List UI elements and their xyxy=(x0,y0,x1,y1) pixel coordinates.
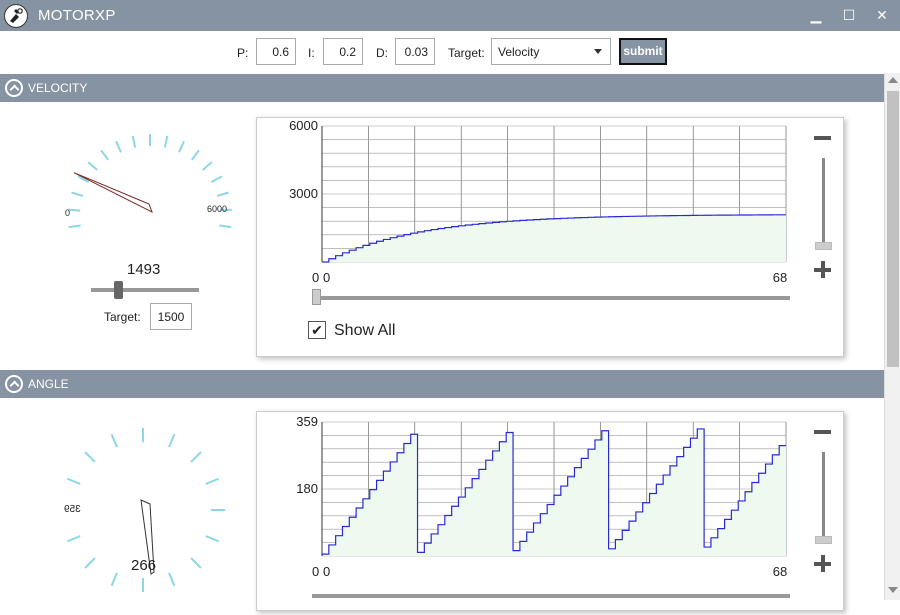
chevron-up-icon[interactable] xyxy=(5,375,23,393)
y-tick-mid: 3000 xyxy=(289,186,318,201)
gauge-tick xyxy=(68,224,81,228)
y-tick-top: 6000 xyxy=(289,118,318,133)
gauge-tick xyxy=(84,557,96,569)
gauge-tick xyxy=(190,149,200,161)
gauge-needle xyxy=(73,172,153,214)
gauge-tick xyxy=(66,477,81,485)
app-title: MOTORXP xyxy=(38,7,116,24)
velocity-section-title: VELOCITY xyxy=(28,81,88,95)
gauge-tick xyxy=(219,224,232,228)
pid-toolbar: P: 0.6 I: 0.2 D: 0.03 Target: Velocity s… xyxy=(0,31,884,75)
submit-button[interactable]: submit xyxy=(619,38,667,65)
gauge-tick xyxy=(131,135,137,148)
target-select-value: Velocity xyxy=(498,45,540,59)
y-tick-mid: 180 xyxy=(296,481,318,496)
angle-zoom-slider[interactable] xyxy=(810,424,840,574)
gauge-tick xyxy=(205,477,220,485)
angle-chart-panel: 359 180 0 0 68 xyxy=(256,411,844,611)
x-tick-right: 68 xyxy=(773,270,787,285)
scroll-up-icon[interactable] xyxy=(888,77,898,83)
angle-chart: 359 180 0 0 68 xyxy=(296,414,787,579)
zoom-track[interactable] xyxy=(822,452,825,536)
maximize-button[interactable]: ☐ xyxy=(837,5,861,25)
angle-gauge-label: 359 xyxy=(64,504,81,515)
velocity-gauge: 0 6000 xyxy=(65,134,232,228)
plus-icon-vertical xyxy=(821,555,825,572)
minimize-button[interactable]: ▁ xyxy=(804,5,828,25)
show-all-label: Show All xyxy=(334,322,396,339)
velocity-range-slider[interactable] xyxy=(312,289,790,305)
gauge-tick xyxy=(71,191,84,197)
show-all-checkbox[interactable]: ✔ xyxy=(308,321,326,339)
p-input[interactable]: 0.6 xyxy=(256,38,296,65)
velocity-zoom-slider[interactable] xyxy=(810,130,840,280)
x-tick-right: 68 xyxy=(773,564,787,579)
gauge-max-label: 6000 xyxy=(207,204,227,214)
velocity-chart-panel: 6000 3000 0 0 68 ✔ Show All xyxy=(256,117,844,357)
gauge-tick xyxy=(210,175,223,184)
x-tick-left: 0 xyxy=(323,270,330,285)
y-tick-bottom: 0 xyxy=(312,564,319,579)
target-select[interactable]: Velocity xyxy=(491,38,611,65)
i-label: I: xyxy=(308,46,315,60)
velocity-slider[interactable] xyxy=(91,281,199,299)
target-label: Target: xyxy=(448,46,485,60)
zoom-thumb[interactable] xyxy=(815,536,832,544)
gauge-tick xyxy=(66,535,81,543)
velocity-range-thumb[interactable] xyxy=(312,289,321,305)
velocity-chart: 6000 3000 0 0 68 xyxy=(289,118,787,285)
angle-section-title: ANGLE xyxy=(28,377,69,391)
angle-section-header[interactable]: ANGLE xyxy=(0,370,884,398)
gauge-tick xyxy=(84,451,96,463)
chevron-up-icon[interactable] xyxy=(5,79,23,97)
gauge-tick xyxy=(115,140,122,153)
d-input[interactable]: 0.03 xyxy=(395,38,435,65)
angle-range-slider[interactable] xyxy=(312,594,790,598)
gauge-tick xyxy=(168,433,176,448)
minus-icon[interactable] xyxy=(814,136,831,140)
scrollbar-thumb[interactable] xyxy=(887,91,899,367)
gauge-tick xyxy=(163,135,169,148)
gauge-tick xyxy=(216,191,229,197)
close-icon: ✕ xyxy=(876,7,888,23)
plus-icon-vertical xyxy=(821,261,825,278)
gauge-tick xyxy=(110,433,118,448)
gauge-tick xyxy=(190,451,202,463)
gauge-tick xyxy=(68,208,81,212)
d-label: D: xyxy=(376,46,388,60)
motor-logo-icon xyxy=(4,4,28,28)
i-input[interactable]: 0.2 xyxy=(323,38,363,65)
gauge-tick xyxy=(110,572,118,587)
series-area xyxy=(322,214,786,262)
velocity-target-input[interactable]: 1500 xyxy=(150,303,192,330)
minimize-icon: ▁ xyxy=(810,7,822,23)
gauge-tick xyxy=(100,149,110,161)
chevron-down-icon xyxy=(594,49,602,54)
p-label: P: xyxy=(237,46,249,60)
gauge-tick xyxy=(178,140,185,153)
velocity-value: 1493 xyxy=(127,261,161,278)
maximize-icon: ☐ xyxy=(842,7,856,23)
velocity-slider-thumb[interactable] xyxy=(114,281,123,299)
x-tick-left: 0 xyxy=(323,564,330,579)
title-bar: MOTORXP ▁ ☐ ✕ xyxy=(0,0,900,31)
scroll-down-icon[interactable] xyxy=(888,587,898,593)
velocity-target-label: Target: xyxy=(104,310,141,324)
zoom-thumb[interactable] xyxy=(815,242,832,250)
y-tick-bottom: 0 xyxy=(312,270,319,285)
gauge-tick xyxy=(205,535,220,543)
gauge-tick xyxy=(190,557,202,569)
gauge-tick xyxy=(168,572,176,587)
y-tick-top: 359 xyxy=(296,414,318,429)
angle-value: 266 xyxy=(131,557,157,574)
vertical-scrollbar[interactable] xyxy=(884,73,900,600)
zoom-track[interactable] xyxy=(822,158,825,242)
gauge-min-label: 0 xyxy=(65,208,70,218)
velocity-section-header[interactable]: VELOCITY xyxy=(0,74,884,102)
close-button[interactable]: ✕ xyxy=(870,5,894,25)
gauge-tick xyxy=(202,161,213,171)
gauge-tick xyxy=(87,161,98,171)
checkmark-icon: ✔ xyxy=(311,322,323,338)
minus-icon[interactable] xyxy=(814,430,831,434)
